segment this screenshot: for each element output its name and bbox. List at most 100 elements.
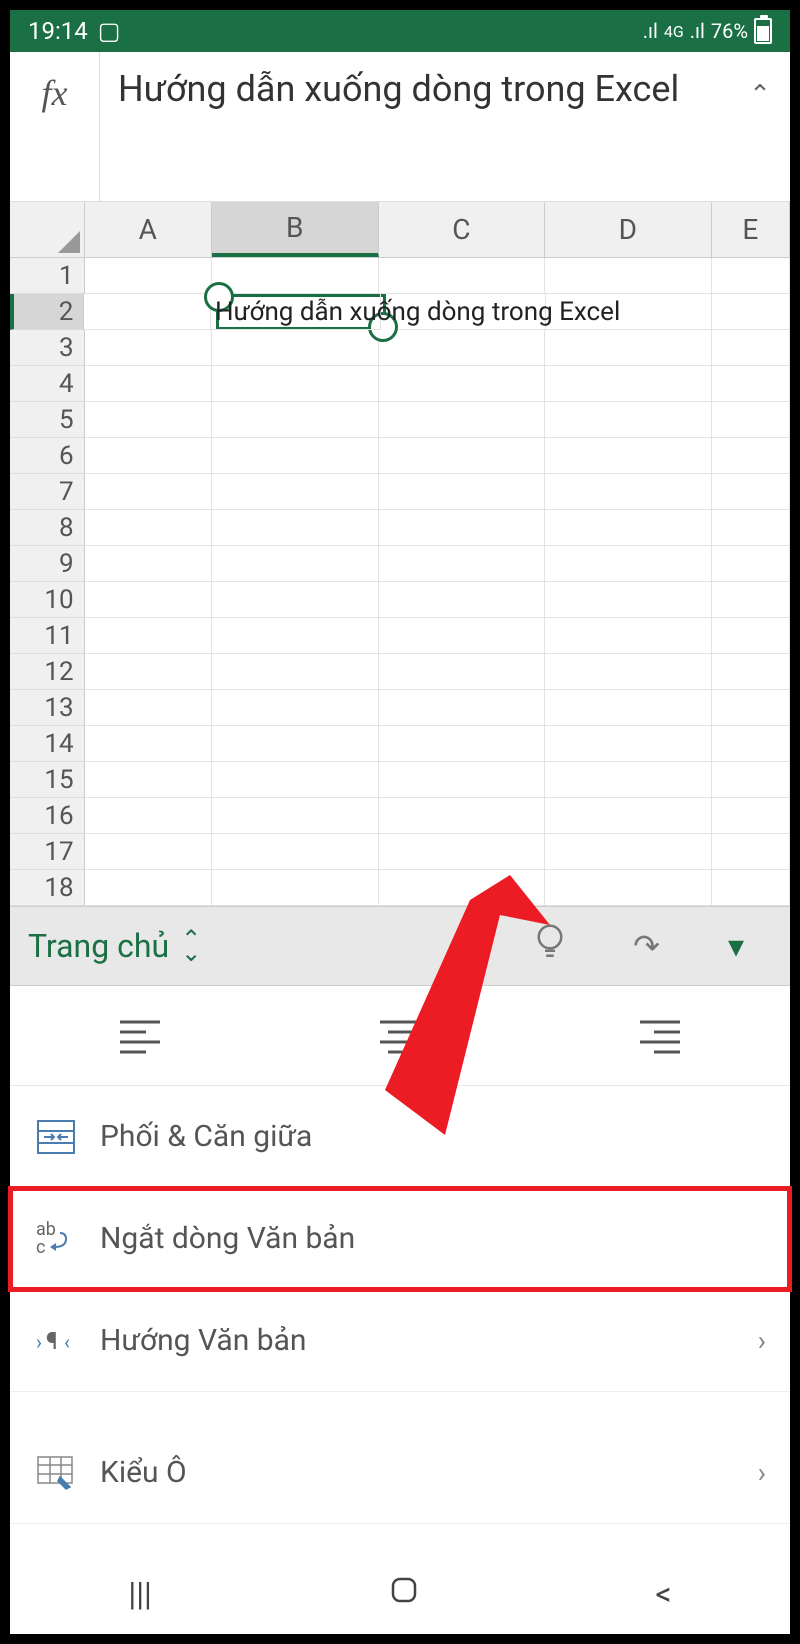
cell-C9[interactable]: [379, 546, 546, 582]
cell-C4[interactable]: [379, 366, 546, 402]
row-header-14[interactable]: 14: [10, 726, 85, 762]
ribbon-tab[interactable]: Trang chủ: [28, 927, 169, 965]
cell-A1[interactable]: [85, 258, 212, 294]
cell-C17[interactable]: [379, 834, 546, 870]
cell-C5[interactable]: [379, 402, 546, 438]
row-header-11[interactable]: 11: [10, 618, 85, 654]
expand-ribbon-icon[interactable]: ⌃⌄: [181, 932, 201, 961]
cell-C14[interactable]: [379, 726, 546, 762]
cell-D12[interactable]: [545, 654, 712, 690]
row-header-6[interactable]: 6: [10, 438, 85, 474]
cell-D18[interactable]: [545, 870, 712, 906]
row-header-18[interactable]: 18: [10, 870, 85, 906]
align-left-button[interactable]: [10, 986, 270, 1085]
cell-A17[interactable]: [85, 834, 212, 870]
cell-D15[interactable]: [545, 762, 712, 798]
text-direction-option[interactable]: ¶ › ‹ Hướng Văn bản ›: [10, 1290, 790, 1392]
cell-B14[interactable]: [212, 726, 379, 762]
cell-A2[interactable]: [84, 294, 211, 330]
col-header-B[interactable]: B: [212, 202, 379, 257]
redo-icon[interactable]: ↷: [605, 927, 688, 965]
align-center-button[interactable]: [270, 986, 530, 1085]
row-header-7[interactable]: 7: [10, 474, 85, 510]
cell-C7[interactable]: [379, 474, 546, 510]
cell-A9[interactable]: [85, 546, 212, 582]
row-header-15[interactable]: 15: [10, 762, 85, 798]
cell-B1[interactable]: [212, 258, 379, 294]
row-header-9[interactable]: 9: [10, 546, 85, 582]
cell-A14[interactable]: [85, 726, 212, 762]
cell-D8[interactable]: [545, 510, 712, 546]
cell-B2[interactable]: Hướng dẫn xuống dòng trong Excel: [211, 294, 381, 330]
cell-B6[interactable]: [212, 438, 379, 474]
cell-B4[interactable]: [212, 366, 379, 402]
cell-E15[interactable]: [712, 762, 790, 798]
cell-E13[interactable]: [712, 690, 790, 726]
merge-center-option[interactable]: Phối & Căn giữa: [10, 1086, 790, 1188]
col-header-E[interactable]: E: [712, 202, 790, 257]
cell-E18[interactable]: [712, 870, 790, 906]
row-header-1[interactable]: 1: [10, 258, 85, 294]
row-header-13[interactable]: 13: [10, 690, 85, 726]
col-header-D[interactable]: D: [545, 202, 712, 257]
row-header-2[interactable]: 2: [10, 294, 84, 330]
cell-A8[interactable]: [85, 510, 212, 546]
cell-C1[interactable]: [379, 258, 546, 294]
cell-D6[interactable]: [545, 438, 712, 474]
row-header-4[interactable]: 4: [10, 366, 85, 402]
cell-D4[interactable]: [545, 366, 712, 402]
cell-E1[interactable]: [712, 258, 790, 294]
cell-B7[interactable]: [212, 474, 379, 510]
cell-C18[interactable]: [379, 870, 546, 906]
cell-D11[interactable]: [545, 618, 712, 654]
cell-E14[interactable]: [712, 726, 790, 762]
cell-E12[interactable]: [712, 654, 790, 690]
cell-A3[interactable]: [85, 330, 212, 366]
lightbulb-icon[interactable]: [507, 922, 593, 970]
cell-E17[interactable]: [712, 834, 790, 870]
row-header-3[interactable]: 3: [10, 330, 85, 366]
cell-C15[interactable]: [379, 762, 546, 798]
cell-C11[interactable]: [379, 618, 546, 654]
cell-A16[interactable]: [85, 798, 212, 834]
align-right-button[interactable]: [530, 986, 790, 1085]
cell-C8[interactable]: [379, 510, 546, 546]
cell-B11[interactable]: [212, 618, 379, 654]
cell-E8[interactable]: [712, 510, 790, 546]
cell-D13[interactable]: [545, 690, 712, 726]
cell-C12[interactable]: [379, 654, 546, 690]
cell-E16[interactable]: [712, 798, 790, 834]
formula-input[interactable]: Hướng dẫn xuống dòng trong Excel: [100, 52, 730, 201]
cell-E9[interactable]: [712, 546, 790, 582]
cell-C16[interactable]: [379, 798, 546, 834]
cell-A10[interactable]: [85, 582, 212, 618]
cell-B3[interactable]: [212, 330, 379, 366]
home-button[interactable]: [389, 1575, 419, 1613]
cell-D1[interactable]: [545, 258, 712, 294]
cell-B8[interactable]: [212, 510, 379, 546]
cell-C10[interactable]: [379, 582, 546, 618]
spreadsheet-grid[interactable]: 12Hướng dẫn xuống dòng trong Excel345678…: [10, 258, 790, 906]
cell-E6[interactable]: [712, 438, 790, 474]
cell-A15[interactable]: [85, 762, 212, 798]
cell-A12[interactable]: [85, 654, 212, 690]
cell-A5[interactable]: [85, 402, 212, 438]
select-all-corner[interactable]: [10, 202, 85, 257]
menu-dropdown-icon[interactable]: ▾: [700, 927, 772, 965]
cell-D3[interactable]: [545, 330, 712, 366]
cell-A11[interactable]: [85, 618, 212, 654]
cell-B15[interactable]: [212, 762, 379, 798]
cell-B16[interactable]: [212, 798, 379, 834]
cell-E11[interactable]: [712, 618, 790, 654]
cell-B17[interactable]: [212, 834, 379, 870]
col-header-A[interactable]: A: [85, 202, 212, 257]
back-button[interactable]: <: [655, 1575, 671, 1613]
cell-A7[interactable]: [85, 474, 212, 510]
cell-D17[interactable]: [545, 834, 712, 870]
cell-A18[interactable]: [85, 870, 212, 906]
collapse-formula-icon[interactable]: ⌃: [730, 52, 790, 201]
fx-label[interactable]: fx: [10, 52, 100, 201]
cell-B10[interactable]: [212, 582, 379, 618]
cell-E7[interactable]: [712, 474, 790, 510]
cell-B13[interactable]: [212, 690, 379, 726]
